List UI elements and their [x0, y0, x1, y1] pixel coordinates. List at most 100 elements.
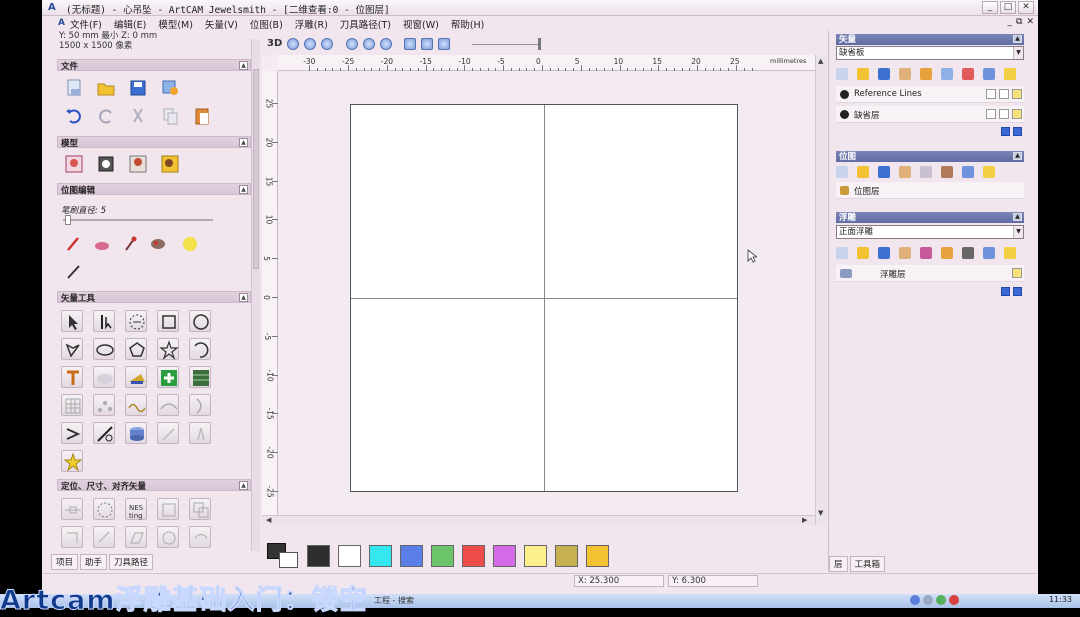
wrap-icon[interactable]: [189, 526, 211, 548]
circle-icon[interactable]: [189, 310, 211, 332]
section-bitmap-edit[interactable]: 位图编辑 ▲: [57, 183, 251, 196]
shear-icon[interactable]: [125, 526, 147, 548]
layer-bitmap[interactable]: 位图层: [836, 182, 1024, 199]
chevron-down-icon[interactable]: ▼: [1013, 226, 1023, 238]
tray-volume-icon[interactable]: [923, 595, 933, 605]
save-relief-icon[interactable]: [878, 247, 890, 259]
left-tab-0[interactable]: 项目: [51, 554, 79, 570]
color-picker-icon[interactable]: [147, 233, 169, 255]
tray-network-icon[interactable]: [910, 595, 920, 605]
primary-secondary-color[interactable]: [267, 543, 299, 569]
color-swatch-6[interactable]: [493, 545, 516, 567]
zoom-previous-icon[interactable]: [380, 38, 392, 50]
blend-slider[interactable]: [472, 44, 540, 45]
color-swatch-3[interactable]: [400, 545, 423, 567]
mdi-close-button[interactable]: ✕: [1026, 17, 1034, 27]
right-tab-0[interactable]: 层: [829, 556, 848, 572]
menu-item-7[interactable]: 视窗(W): [401, 17, 441, 31]
model-canvas[interactable]: [350, 104, 738, 492]
bulb-icon[interactable]: [1012, 268, 1022, 278]
blend-slider-knob[interactable]: [538, 38, 541, 50]
move-relief-up-icon[interactable]: [1001, 287, 1010, 296]
brush-slider-thumb[interactable]: [65, 215, 71, 225]
move-icon[interactable]: [61, 498, 83, 520]
layer-reference-lines[interactable]: Reference Lines: [836, 86, 1024, 103]
zoom-box-icon[interactable]: [321, 38, 333, 50]
section-vector-tools[interactable]: 矢量工具 ▲: [57, 291, 251, 304]
pen-icon[interactable]: [999, 109, 1009, 119]
color-swatch-7[interactable]: [524, 545, 547, 567]
pan-icon[interactable]: [404, 38, 416, 50]
save-bitmap-icon[interactable]: [878, 166, 890, 178]
menu-item-0[interactable]: 文件(F): [68, 17, 104, 31]
color-swatch-2[interactable]: [369, 545, 392, 567]
open-bitmap-icon[interactable]: [857, 166, 869, 178]
menu-item-2[interactable]: 模型(M): [156, 17, 195, 31]
model-image-icon[interactable]: [127, 153, 149, 175]
layer-relief[interactable]: 浮雕层: [836, 265, 1024, 282]
canvas-vertical-scrollbar[interactable]: ▲ ▼: [815, 55, 827, 525]
cut-icon[interactable]: [127, 105, 149, 127]
star-icon[interactable]: [157, 338, 179, 360]
collapse-icon[interactable]: ▲: [1013, 152, 1022, 160]
pencil-icon[interactable]: [63, 233, 85, 255]
open-folder-icon[interactable]: [95, 77, 117, 99]
zoom-out-icon[interactable]: [304, 38, 316, 50]
block-copy-icon[interactable]: [157, 526, 179, 548]
scroll-up-arrow-icon[interactable]: ▲: [818, 57, 823, 65]
bitmap-image-icon[interactable]: [941, 166, 953, 178]
bulb-icon[interactable]: [1012, 89, 1022, 99]
color-swatch-1[interactable]: [338, 545, 361, 567]
collapse-icon[interactable]: ▲: [239, 293, 248, 302]
bitmap-copy-icon[interactable]: [920, 166, 932, 178]
layer-visibility-icon[interactable]: [962, 68, 974, 80]
collapse-icon[interactable]: ▲: [239, 481, 248, 490]
select-arrow-icon[interactable]: [61, 310, 83, 332]
left-scroll-thumb[interactable]: [253, 69, 259, 269]
left-panel-scrollbar[interactable]: [251, 39, 260, 551]
pen-icon[interactable]: [999, 89, 1009, 99]
new-layer-icon[interactable]: [836, 68, 848, 80]
trim-icon[interactable]: [93, 422, 115, 444]
maximize-button[interactable]: □: [1000, 1, 1016, 14]
arc-icon[interactable]: [189, 338, 211, 360]
model-paint-icon[interactable]: [159, 153, 181, 175]
close-button[interactable]: ✕: [1018, 1, 1034, 14]
delete-relief-icon[interactable]: [983, 247, 995, 259]
lock-icon[interactable]: [986, 89, 996, 99]
section-align[interactable]: 定位、尺寸、对齐矢量 ▲: [57, 479, 251, 492]
zoom-in-icon[interactable]: [287, 38, 299, 50]
delete-layer-icon[interactable]: [983, 68, 995, 80]
color-swatch-5[interactable]: [462, 545, 485, 567]
nesting-icon[interactable]: NES ting: [125, 498, 147, 520]
group-icon[interactable]: [189, 498, 211, 520]
scale-circle-icon[interactable]: [93, 498, 115, 520]
bulb-icon[interactable]: [1012, 109, 1022, 119]
vector-section-header[interactable]: 矢量 ▲: [836, 34, 1024, 45]
brush-icon[interactable]: [119, 233, 141, 255]
vector-sheet-select[interactable]: 缺省板 ▼: [836, 46, 1024, 60]
brush-diameter-slider[interactable]: [63, 219, 213, 221]
menu-item-4[interactable]: 位图(B): [248, 17, 285, 31]
rectangle-icon[interactable]: [157, 310, 179, 332]
layer-colour-icon[interactable]: [941, 68, 953, 80]
collapse-icon[interactable]: ▲: [1013, 213, 1022, 221]
chevron-down-icon[interactable]: ▼: [1013, 47, 1023, 59]
undo-icon[interactable]: [63, 105, 85, 127]
zoom-selected-icon[interactable]: [363, 38, 375, 50]
taskbar-item[interactable]: 工程 - 搜索: [374, 595, 414, 606]
offset-icon[interactable]: [189, 422, 211, 444]
collapse-icon[interactable]: ▲: [239, 138, 248, 147]
relief-light-icon[interactable]: [1004, 247, 1016, 259]
layer-visibility-dot-icon[interactable]: [840, 110, 849, 119]
menu-item-5[interactable]: 浮雕(R): [293, 17, 330, 31]
import-icon[interactable]: [159, 77, 181, 99]
section-model[interactable]: 模型 ▲: [57, 136, 251, 149]
menu-item-8[interactable]: 帮助(H): [449, 17, 487, 31]
fill-icon[interactable]: [91, 233, 113, 255]
vectorize-icon[interactable]: [125, 366, 147, 388]
rotate-icon[interactable]: [93, 526, 115, 548]
lock-icon[interactable]: [986, 109, 996, 119]
collapse-icon[interactable]: ▲: [1013, 35, 1022, 43]
scroll-left-arrow-icon[interactable]: ◀: [266, 516, 271, 524]
